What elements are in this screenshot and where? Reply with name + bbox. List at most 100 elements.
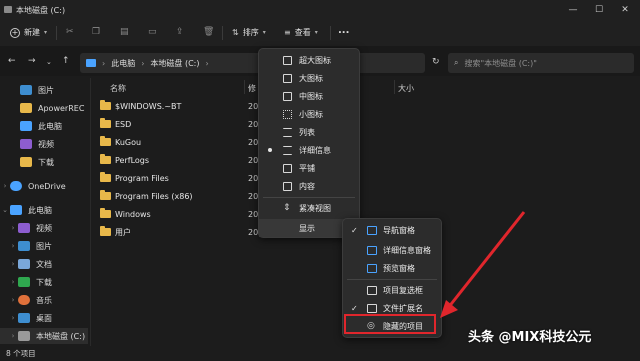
- column-header-date[interactable]: 修: [248, 83, 256, 94]
- chevron-right-icon[interactable]: ›: [8, 242, 18, 250]
- sidebar-item-videos-tree[interactable]: › 视频: [0, 220, 88, 236]
- back-icon[interactable]: ←: [8, 56, 16, 66]
- status-bar: 8 个项目: [0, 346, 640, 361]
- folder-icon: [100, 118, 111, 128]
- sort-button[interactable]: ⇅ 排序 ▾: [232, 27, 266, 38]
- chevron-right-icon[interactable]: ›: [8, 314, 18, 322]
- refresh-icon[interactable]: ↻: [432, 57, 440, 67]
- chevron-right-icon[interactable]: ›: [8, 332, 18, 340]
- sidebar-item-onedrive[interactable]: › OneDrive: [0, 178, 88, 194]
- videos-icon: [20, 139, 32, 149]
- delete-icon[interactable]: 🗑: [203, 27, 214, 37]
- divider: [222, 26, 223, 40]
- column-header-size[interactable]: 大小: [398, 83, 414, 94]
- plus-icon: +: [10, 27, 20, 38]
- breadcrumb-chevron-icon: ›: [205, 58, 209, 68]
- file-row[interactable]: ESD20夹: [100, 116, 640, 132]
- sidebar-item-apowerrec[interactable]: ApowerREC: [0, 100, 88, 116]
- view-menu: 超大图标 大图标 中图标 小图标 列表 详细信息 平铺 内容 ⇕紧凑视图 显示›: [258, 48, 360, 238]
- content-icon: [283, 181, 292, 191]
- menu-item-extra-large-icons[interactable]: 超大图标: [259, 51, 359, 69]
- file-row[interactable]: PerfLogs20夹: [100, 152, 640, 168]
- large-icons-icon: [283, 73, 292, 83]
- chevron-right-icon[interactable]: ›: [8, 260, 18, 268]
- menu-item-small-icons[interactable]: 小图标: [259, 105, 359, 123]
- menu-item-details-pane[interactable]: 详细信息窗格: [343, 241, 441, 259]
- menu-item-content[interactable]: 内容: [259, 177, 359, 195]
- menu-item-list[interactable]: 列表: [259, 123, 359, 141]
- menu-item-preview-pane[interactable]: 预览窗格: [343, 259, 441, 277]
- new-label: 新建: [24, 28, 40, 37]
- folder-icon: [20, 103, 32, 113]
- chevron-down-icon[interactable]: ⌄: [0, 206, 10, 214]
- sidebar-item-c-drive-tree[interactable]: › 本地磁盘 (C:): [0, 328, 88, 344]
- menu-item-tiles[interactable]: 平铺: [259, 159, 359, 177]
- up-icon[interactable]: ↑: [62, 56, 70, 66]
- share-icon[interactable]: ⇪: [176, 27, 184, 37]
- chevron-right-icon[interactable]: ›: [8, 296, 18, 304]
- chevron-right-icon[interactable]: ›: [0, 182, 10, 190]
- compact-view-icon: ⇕: [283, 202, 291, 213]
- music-icon: [18, 295, 30, 305]
- breadcrumb-this-pc[interactable]: 此电脑: [111, 58, 135, 69]
- sidebar-item-downloads[interactable]: 下载: [0, 154, 88, 170]
- sidebar-item-this-pc-tree[interactable]: ⌄ 此电脑: [0, 202, 88, 218]
- paste-icon[interactable]: ▤: [120, 27, 129, 37]
- sidebar-item-this-pc[interactable]: 此电脑: [0, 118, 88, 134]
- file-row[interactable]: $WINDOWS.~BT20夹: [100, 98, 640, 114]
- search-input[interactable]: ⌕ 搜索"本地磁盘 (C:)": [448, 53, 634, 73]
- sidebar-item-videos[interactable]: 视频: [0, 136, 88, 152]
- sidebar-item-music-tree[interactable]: › 音乐: [0, 292, 88, 308]
- file-row[interactable]: KuGou20夹: [100, 134, 640, 150]
- menu-item-details[interactable]: 详细信息: [259, 141, 359, 159]
- breadcrumb-chevron-icon: ›: [102, 58, 106, 68]
- chevron-right-icon[interactable]: ›: [8, 278, 18, 286]
- folder-icon: [100, 136, 111, 146]
- view-button[interactable]: ≡ 查看 ▾: [284, 27, 318, 38]
- videos-icon: [18, 223, 30, 233]
- sidebar-divider: [90, 78, 91, 346]
- chevron-down-icon[interactable]: ⌄: [46, 58, 52, 66]
- file-row[interactable]: Program Files20夹: [100, 170, 640, 186]
- minimize-icon[interactable]: —: [560, 0, 586, 20]
- rename-icon[interactable]: ▭: [148, 27, 157, 37]
- more-button[interactable]: ...: [338, 25, 349, 36]
- maximize-icon[interactable]: ☐: [586, 0, 612, 20]
- menu-item-item-checkboxes[interactable]: 项目复选框: [343, 281, 441, 299]
- breadcrumb-c-drive[interactable]: 本地磁盘 (C:): [150, 58, 199, 69]
- chevron-right-icon[interactable]: ›: [8, 224, 18, 232]
- drive-icon: [18, 331, 30, 341]
- menu-item-navigation-pane[interactable]: ✓ 导航窗格: [343, 221, 441, 239]
- close-icon[interactable]: ✕: [612, 0, 638, 20]
- sidebar-item-pictures[interactable]: 图片: [0, 82, 88, 98]
- menu-item-medium-icons[interactable]: 中图标: [259, 87, 359, 105]
- new-button[interactable]: + 新建 ▾: [10, 27, 47, 38]
- small-icons-icon: [283, 109, 292, 119]
- forward-icon[interactable]: →: [28, 56, 36, 66]
- sidebar-item-downloads-tree[interactable]: › 下载: [0, 274, 88, 290]
- watermark: 头条 @MIX科技公元: [468, 330, 592, 345]
- copy-icon[interactable]: ❐: [92, 27, 100, 37]
- sort-label: 排序: [242, 28, 259, 37]
- cut-icon[interactable]: ✂: [66, 27, 74, 37]
- highlight-box: [344, 314, 436, 334]
- tiles-icon: [283, 163, 292, 173]
- sidebar-item-documents-tree[interactable]: › 文档: [0, 256, 88, 272]
- folder-icon: [100, 190, 111, 200]
- view-label: 查看: [294, 28, 311, 37]
- sidebar-item-pictures-tree[interactable]: › 图片: [0, 238, 88, 254]
- checkbox-icon: [367, 285, 377, 295]
- desktop-icon: [18, 313, 30, 323]
- address-field[interactable]: › 此电脑 › 本地磁盘 (C:) ›: [80, 53, 425, 73]
- menu-item-compact-view[interactable]: ⇕ 紧凑视图: [259, 199, 359, 217]
- chevron-down-icon: ▾: [44, 29, 48, 36]
- check-icon: ✓: [351, 225, 358, 235]
- sidebar-item-desktop-tree[interactable]: › 桌面: [0, 310, 88, 326]
- navigation-pane: 图片 ApowerREC 此电脑 视频 下载 › OneDrive ⌄ 此电脑 › 视…: [0, 78, 88, 346]
- documents-icon: [18, 259, 30, 269]
- menu-item-large-icons[interactable]: 大图标: [259, 69, 359, 87]
- column-header-name[interactable]: 名称: [110, 83, 126, 94]
- folder-icon: [100, 208, 111, 218]
- file-row[interactable]: Program Files (x86)20夹: [100, 188, 640, 204]
- folder-icon: [100, 172, 111, 182]
